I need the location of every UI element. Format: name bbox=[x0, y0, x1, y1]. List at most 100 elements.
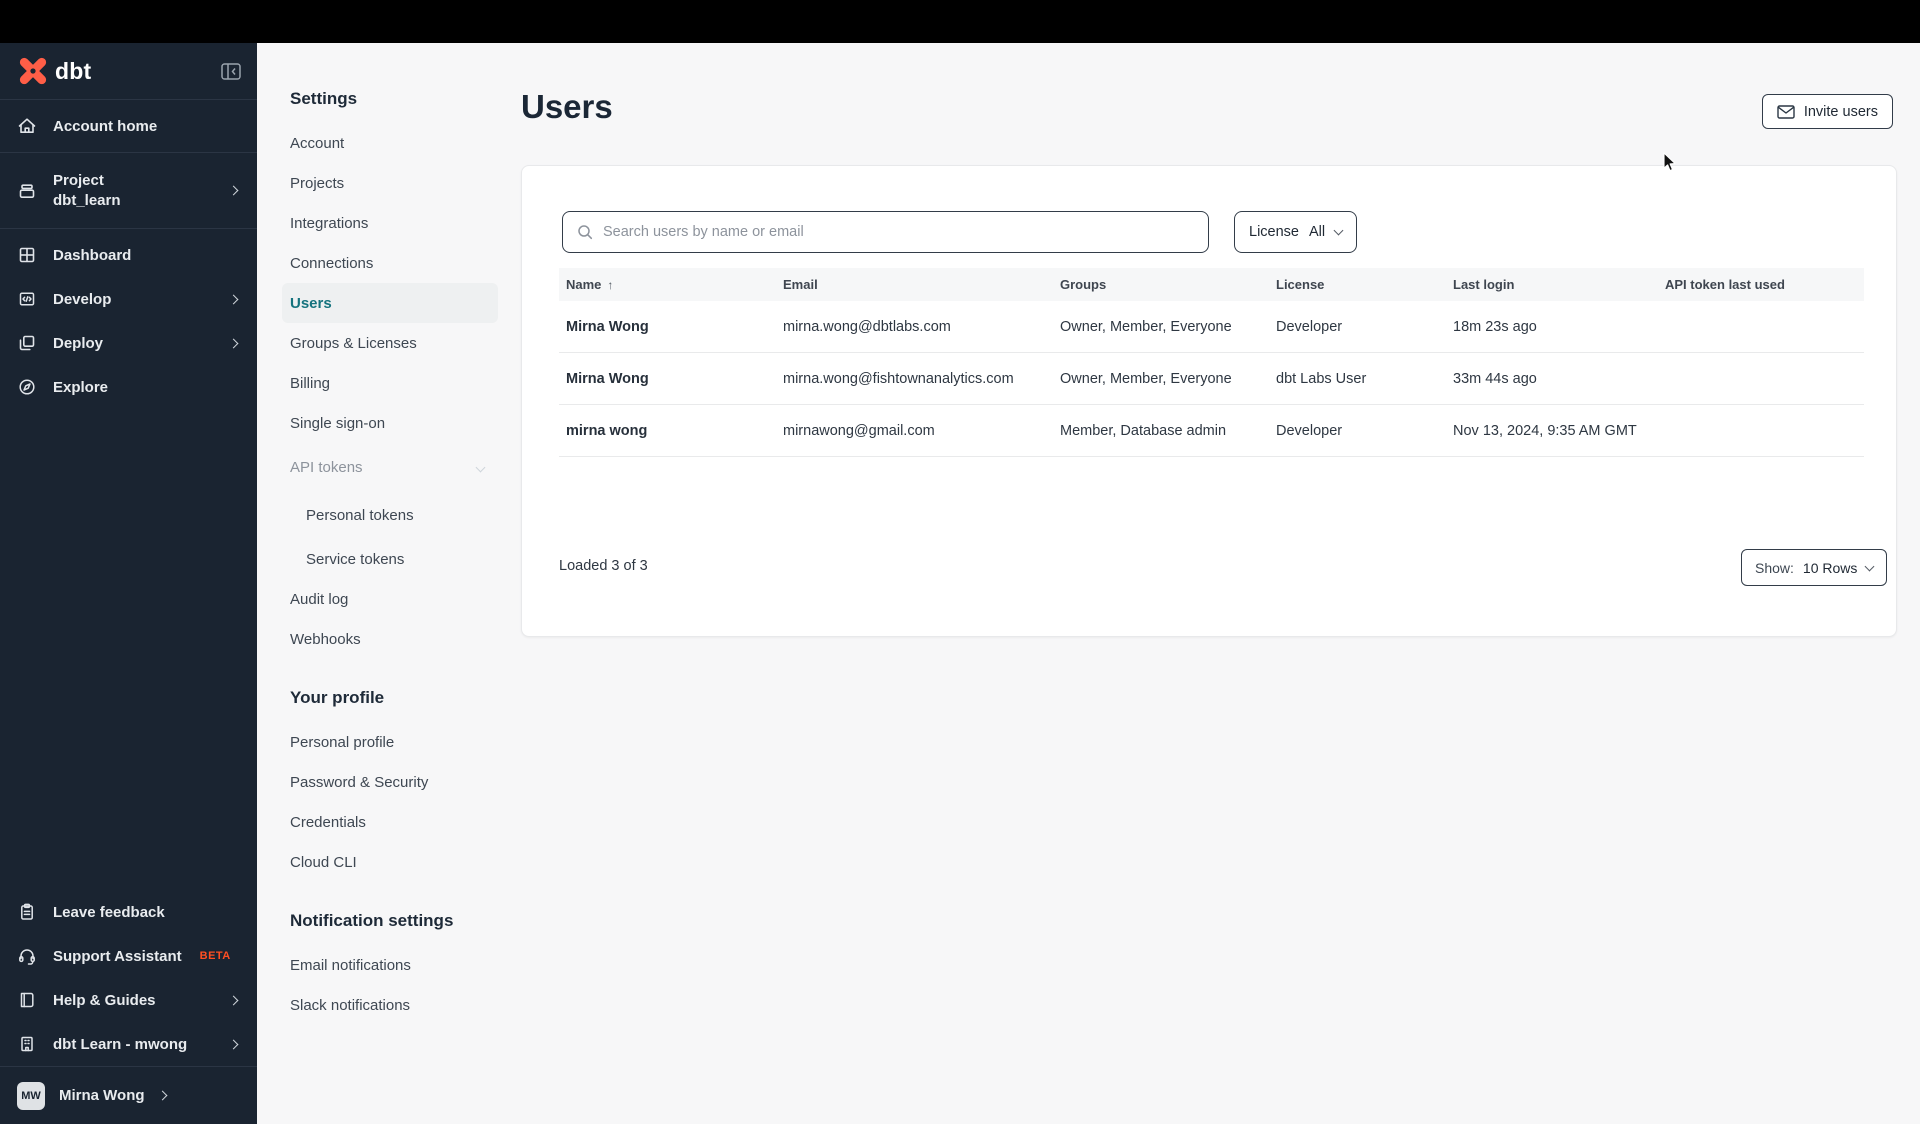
dbt-cloud-app: dbt Account home Project dbt_learn Dashb… bbox=[0, 0, 1920, 1124]
settings-nav-item-billing[interactable]: Billing bbox=[282, 363, 498, 403]
column-header-name[interactable]: Name ↑ bbox=[559, 277, 776, 292]
column-header-license[interactable]: License bbox=[1269, 277, 1446, 292]
chevron-down-icon bbox=[1333, 225, 1344, 236]
invite-users-button[interactable]: Invite users bbox=[1761, 94, 1893, 129]
sidebar-item-account-home[interactable]: Account home bbox=[0, 100, 257, 152]
sidebar-item-support-assistant[interactable]: Support Assistant BETA bbox=[0, 934, 257, 978]
explore-compass-icon bbox=[19, 379, 35, 395]
settings-nav-item-personal-profile[interactable]: Personal profile bbox=[282, 722, 498, 762]
settings-nav-heading: Settings bbox=[290, 88, 358, 108]
license-filter-label: License bbox=[1249, 224, 1299, 240]
sidebar-item-help-guides[interactable]: Help & Guides bbox=[0, 978, 257, 1022]
show-value: 10 Rows bbox=[1802, 559, 1858, 576]
rows-per-page-dropdown[interactable]: Show: 10 Rows bbox=[1741, 549, 1888, 586]
your-profile-heading: Your profile bbox=[290, 687, 385, 707]
settings-nav-item-cloud-cli[interactable]: Cloud CLI bbox=[282, 842, 498, 882]
settings-nav-item-service-tokens[interactable]: Service tokens bbox=[282, 539, 498, 579]
cell-groups: Owner, Member, Everyone bbox=[1060, 370, 1232, 387]
chevron-right-icon bbox=[228, 1039, 239, 1049]
sidebar-item-label: Account home bbox=[53, 117, 158, 135]
sidebar-item-account-switcher[interactable]: dbt Learn - mwong bbox=[0, 1022, 257, 1066]
sidebar-header: dbt bbox=[0, 43, 257, 100]
sidebar-item-explore[interactable]: Explore bbox=[0, 365, 257, 409]
sidebar-item-dashboard[interactable]: Dashboard bbox=[0, 233, 257, 277]
column-label: Name bbox=[566, 277, 602, 292]
sidebar-item-project[interactable]: Project dbt_learn bbox=[0, 153, 257, 228]
sidebar-item-label: Develop bbox=[53, 290, 112, 308]
sidebar-divider bbox=[0, 228, 257, 229]
sidebar-item-label: Explore bbox=[53, 378, 109, 396]
table-row[interactable]: Mirna Wong mirna.wong@dbtlabs.com Owner,… bbox=[559, 301, 1864, 353]
settings-nav-item-groups-licenses[interactable]: Groups & Licenses bbox=[282, 323, 498, 363]
settings-nav-item-connections[interactable]: Connections bbox=[282, 243, 498, 283]
settings-nav-group-api-tokens[interactable]: API tokens bbox=[282, 443, 498, 491]
settings-nav-item-projects[interactable]: Projects bbox=[282, 163, 498, 203]
settings-nav-item-personal-tokens[interactable]: Personal tokens bbox=[282, 491, 498, 539]
settings-nav-item-webhooks[interactable]: Webhooks bbox=[282, 619, 498, 659]
api-tokens-label: API tokens bbox=[290, 458, 363, 476]
settings-nav-item-audit-log[interactable]: Audit log bbox=[282, 579, 498, 619]
dbt-logo[interactable]: dbt bbox=[18, 56, 91, 86]
cell-name: Mirna Wong bbox=[566, 370, 649, 387]
sidebar-item-leave-feedback[interactable]: Leave feedback bbox=[0, 890, 257, 934]
sort-ascending-icon: ↑ bbox=[607, 277, 614, 292]
table-row[interactable]: mirna wong mirnawong@gmail.com Member, D… bbox=[559, 405, 1864, 457]
cell-email: mirna.wong@fishtownanalytics.com bbox=[783, 370, 1014, 387]
settings-nav-item-password-security[interactable]: Password & Security bbox=[282, 762, 498, 802]
building-icon bbox=[21, 1036, 33, 1052]
dashboard-grid-icon bbox=[19, 247, 35, 263]
settings-nav-item-credentials[interactable]: Credentials bbox=[282, 802, 498, 842]
column-header-groups[interactable]: Groups bbox=[1053, 277, 1269, 292]
column-header-email[interactable]: Email bbox=[776, 277, 1053, 292]
settings-nav-item-integrations[interactable]: Integrations bbox=[282, 203, 498, 243]
users-card: License All Name ↑ Email Groups License … bbox=[521, 165, 1897, 637]
sidebar-user-menu[interactable]: MW Mirna Wong bbox=[0, 1066, 257, 1124]
settings-nav-item-account[interactable]: Account bbox=[282, 123, 498, 163]
loaded-count-text: Loaded 3 of 3 bbox=[559, 558, 648, 574]
cell-email: mirnawong@gmail.com bbox=[783, 422, 935, 439]
table-header-row: Name ↑ Email Groups License Last login A… bbox=[559, 268, 1864, 301]
settings-nav-item-single-sign-on[interactable]: Single sign-on bbox=[282, 403, 498, 443]
sidebar-item-develop[interactable]: Develop bbox=[0, 277, 257, 321]
cell-groups: Member, Database admin bbox=[1060, 422, 1227, 439]
cell-name: Mirna Wong bbox=[566, 318, 649, 335]
chevron-right-icon bbox=[228, 338, 239, 348]
chevron-right-icon bbox=[228, 185, 239, 196]
sidebar: dbt Account home Project dbt_learn Dashb… bbox=[0, 43, 257, 1124]
settings-nav-item-email-notifications[interactable]: Email notifications bbox=[282, 945, 498, 985]
cell-license: Developer bbox=[1276, 422, 1343, 439]
cell-last-login: 33m 44s ago bbox=[1453, 370, 1537, 387]
cell-name: mirna wong bbox=[566, 422, 648, 439]
cell-last-login: Nov 13, 2024, 9:35 AM GMT bbox=[1453, 422, 1637, 439]
license-filter-value: All bbox=[1308, 224, 1326, 240]
show-label: Show: bbox=[1755, 559, 1794, 576]
column-header-api-token[interactable]: API token last used bbox=[1658, 277, 1864, 292]
book-icon bbox=[20, 992, 34, 1008]
sidebar-item-label: Deploy bbox=[53, 334, 104, 352]
collapse-sidebar-button[interactable] bbox=[221, 62, 241, 80]
cell-email: mirna.wong@dbtlabs.com bbox=[783, 318, 951, 335]
user-name: Mirna Wong bbox=[59, 1087, 145, 1104]
column-header-last-login[interactable]: Last login bbox=[1446, 277, 1658, 292]
sidebar-item-label: Dashboard bbox=[53, 246, 132, 264]
deploy-layers-icon bbox=[19, 335, 35, 351]
sidebar-bottom-group: Leave feedback Support Assistant BETA He… bbox=[0, 890, 257, 1124]
chevron-down-icon bbox=[475, 462, 486, 472]
sidebar-item-deploy[interactable]: Deploy bbox=[0, 321, 257, 365]
settings-nav: Settings Account Projects Integrations C… bbox=[257, 43, 520, 1124]
develop-code-icon bbox=[19, 292, 35, 306]
clipboard-icon bbox=[21, 903, 33, 920]
users-table: Name ↑ Email Groups License Last login A… bbox=[559, 268, 1864, 457]
license-filter-dropdown[interactable]: License All bbox=[1234, 211, 1358, 253]
headset-icon bbox=[19, 949, 35, 965]
cell-last-login: 18m 23s ago bbox=[1453, 318, 1537, 335]
table-row[interactable]: Mirna Wong mirna.wong@fishtownanalytics.… bbox=[559, 353, 1864, 405]
settings-nav-item-slack-notifications[interactable]: Slack notifications bbox=[282, 985, 498, 1025]
search-input[interactable] bbox=[603, 224, 1196, 240]
sidebar-item-label: dbt Learn - mwong bbox=[53, 1035, 188, 1053]
settings-nav-item-users[interactable]: Users bbox=[282, 283, 498, 323]
sidebar-item-label: Support Assistant bbox=[53, 947, 182, 965]
sidebar-item-label: Leave feedback bbox=[53, 903, 165, 921]
